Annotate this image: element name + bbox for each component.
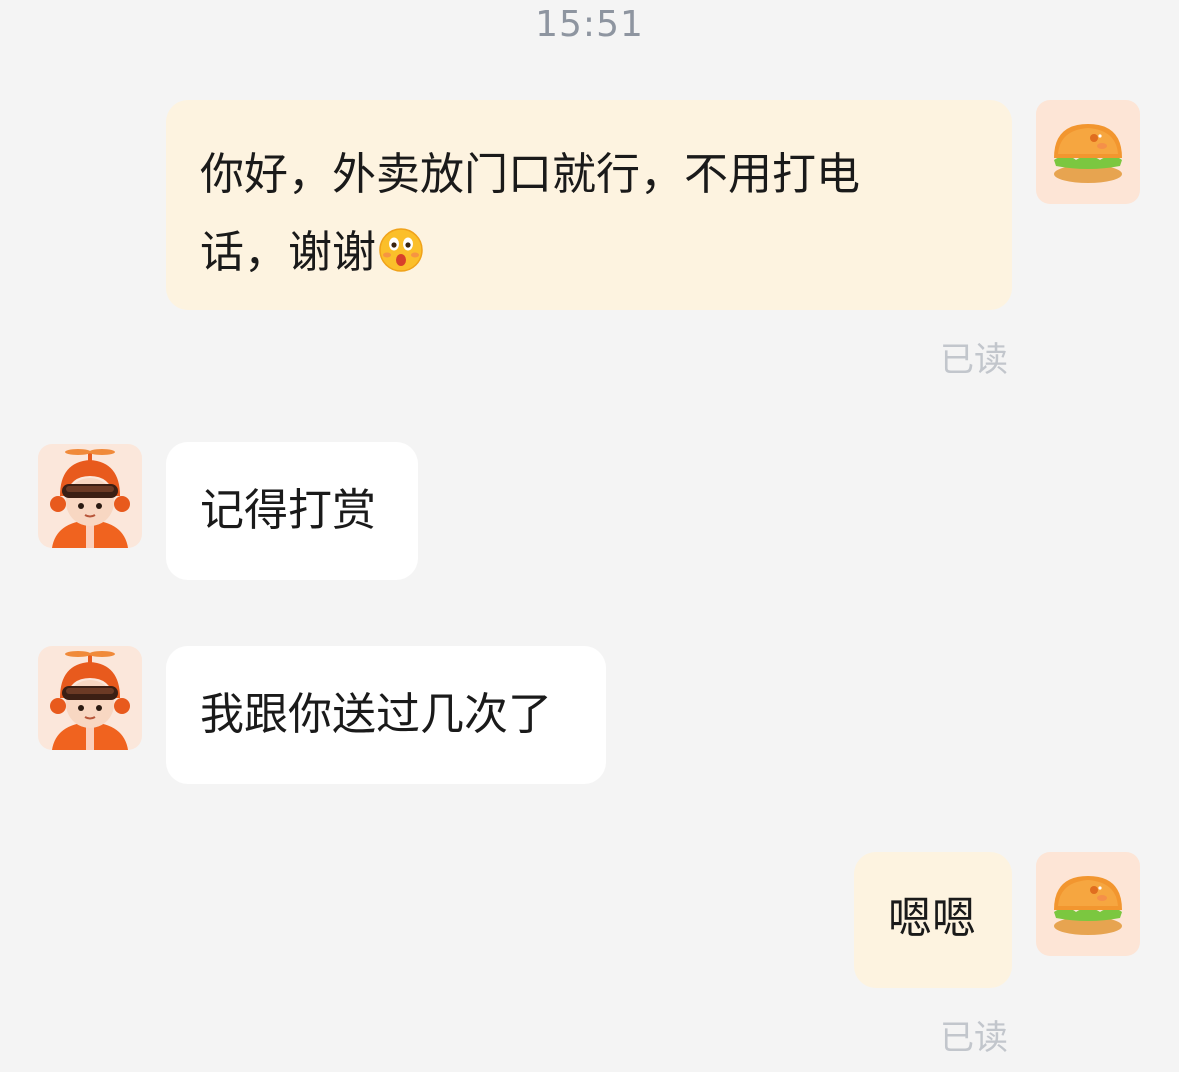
avatar-rider[interactable] xyxy=(38,646,142,750)
delivery-rider-icon xyxy=(50,651,130,750)
message-text: 我跟你送过几次了 xyxy=(200,689,552,740)
avatar-rider[interactable] xyxy=(38,444,142,548)
burger-icon xyxy=(1054,124,1122,183)
message-bubble-me[interactable]: 嗯嗯 xyxy=(854,852,1012,988)
message-bubble-rider[interactable]: 我跟你送过几次了 xyxy=(166,646,606,784)
message-text: 嗯嗯 xyxy=(888,893,976,944)
burger-icon xyxy=(1054,876,1122,935)
message-bubble-me[interactable]: 你好，外卖放门口就行，不用打电 话，谢谢 xyxy=(166,100,1012,310)
message-text: 话，谢谢 xyxy=(200,227,376,278)
read-status: 已读 xyxy=(940,340,1008,380)
delivery-rider-icon xyxy=(50,449,130,548)
message-text-line: 你好，外卖放门口就行，不用打电 xyxy=(200,149,860,200)
read-status: 已读 xyxy=(940,1018,1008,1058)
message-text: 记得打赏 xyxy=(200,485,376,536)
surprised-face-icon xyxy=(379,228,423,272)
avatar-me[interactable] xyxy=(1036,852,1140,956)
message-text-line-2: 话，谢谢 xyxy=(200,214,1012,292)
chat-timestamp: 15:51 xyxy=(535,4,644,45)
message-bubble-rider[interactable]: 记得打赏 xyxy=(166,442,418,580)
avatar-me[interactable] xyxy=(1036,100,1140,204)
